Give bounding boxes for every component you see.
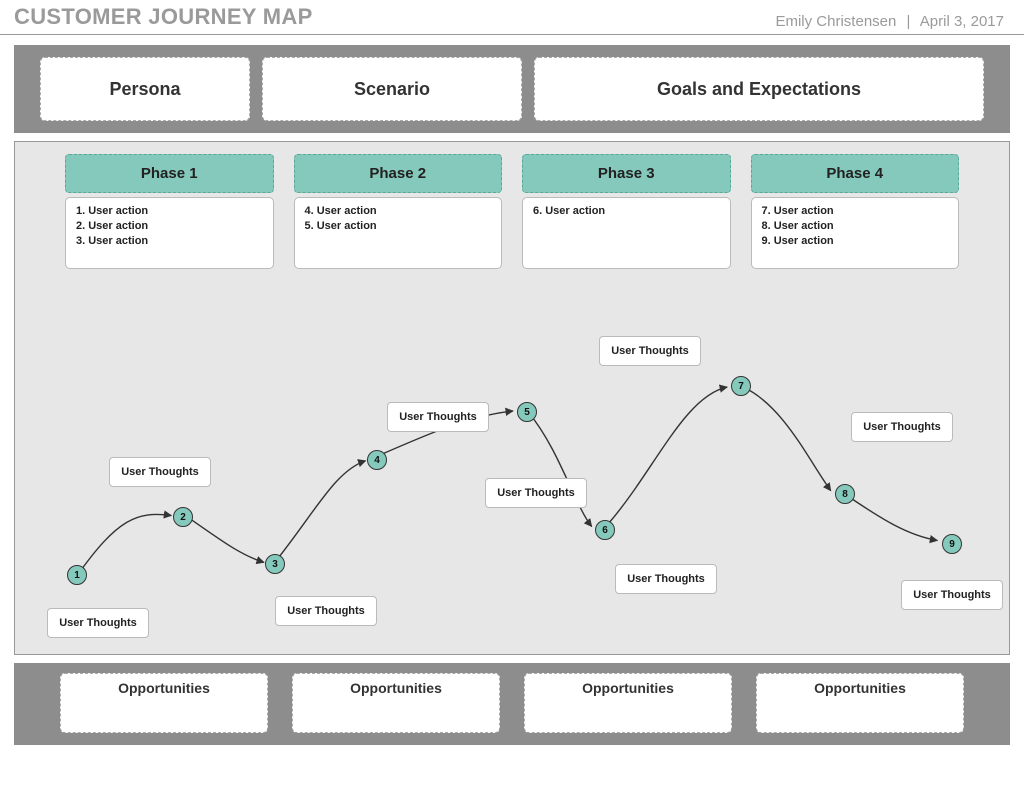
user-thought-6: User Thoughts [599, 336, 701, 366]
opportunities-band: Opportunities Opportunities Opportunitie… [14, 663, 1010, 745]
journey-node-6: 6 [595, 520, 615, 540]
top-band: Persona Scenario Goals and Expectations [14, 45, 1010, 133]
journey-node-8: 8 [835, 484, 855, 504]
action-item: 6. User action [533, 204, 720, 219]
journey-node-1: 1 [67, 565, 87, 585]
opportunities-box-4: Opportunities [756, 673, 964, 733]
journey-canvas: Phase 1 Phase 2 Phase 3 Phase 4 1. User … [14, 141, 1010, 655]
page-title: CUSTOMER JOURNEY MAP [14, 4, 313, 30]
journey-node-5: 5 [517, 402, 537, 422]
user-thought-5: User Thoughts [485, 478, 587, 508]
opportunities-box-1: Opportunities [60, 673, 268, 733]
action-item: 3. User action [76, 234, 263, 249]
action-item: 5. User action [305, 219, 492, 234]
actions-row: 1. User action 2. User action 3. User ac… [15, 197, 1009, 269]
page-meta: Emily Christensen | April 3, 2017 [775, 13, 1010, 30]
phase-header-1: Phase 1 [65, 154, 274, 193]
goals-box: Goals and Expectations [534, 57, 984, 121]
user-thought-2: User Thoughts [109, 457, 211, 487]
customer-journey-map: CUSTOMER JOURNEY MAP Emily Christensen |… [0, 0, 1024, 791]
journey-node-4: 4 [367, 450, 387, 470]
user-thought-3: User Thoughts [275, 596, 377, 626]
meta-separator: | [901, 13, 917, 30]
scenario-box: Scenario [262, 57, 522, 121]
action-item: 8. User action [762, 219, 949, 234]
action-item: 9. User action [762, 234, 949, 249]
author-label: Emily Christensen [775, 13, 896, 30]
actions-phase-2: 4. User action 5. User action [294, 197, 503, 269]
journey-node-3: 3 [265, 554, 285, 574]
actions-phase-3: 6. User action [522, 197, 731, 269]
action-item: 7. User action [762, 204, 949, 219]
journey-node-9: 9 [942, 534, 962, 554]
phase-row: Phase 1 Phase 2 Phase 3 Phase 4 [15, 154, 1009, 193]
user-thought-4: User Thoughts [387, 402, 489, 432]
user-thought-7: User Thoughts [615, 564, 717, 594]
action-item: 1. User action [76, 204, 263, 219]
actions-phase-4: 7. User action 8. User action 9. User ac… [751, 197, 960, 269]
journey-node-7: 7 [731, 376, 751, 396]
user-thought-9: User Thoughts [901, 580, 1003, 610]
date-label: April 3, 2017 [920, 13, 1004, 30]
action-item: 4. User action [305, 204, 492, 219]
persona-box: Persona [40, 57, 250, 121]
journey-node-2: 2 [173, 507, 193, 527]
opportunities-box-3: Opportunities [524, 673, 732, 733]
actions-phase-1: 1. User action 2. User action 3. User ac… [65, 197, 274, 269]
user-thought-1: User Thoughts [47, 608, 149, 638]
page-header: CUSTOMER JOURNEY MAP Emily Christensen |… [0, 0, 1024, 35]
opportunities-box-2: Opportunities [292, 673, 500, 733]
user-thought-8: User Thoughts [851, 412, 953, 442]
phase-header-3: Phase 3 [522, 154, 731, 193]
action-item: 2. User action [76, 219, 263, 234]
phase-header-4: Phase 4 [751, 154, 960, 193]
phase-header-2: Phase 2 [294, 154, 503, 193]
